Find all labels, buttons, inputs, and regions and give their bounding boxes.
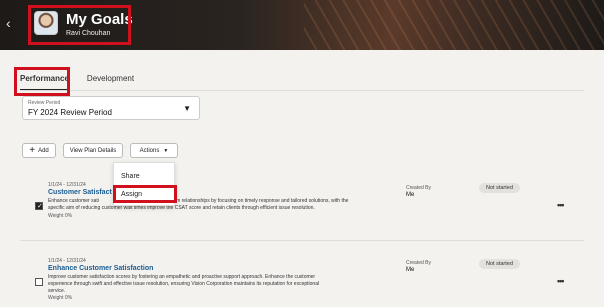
created-by-value: Me bbox=[406, 267, 415, 273]
tab-bar: Performance Development bbox=[20, 74, 134, 91]
goal-title[interactable]: Enhance Customer Satisfaction bbox=[48, 265, 153, 272]
more-options-icon[interactable]: ••• bbox=[557, 200, 565, 210]
goal-description-suffix: term relationships by focusing on timely… bbox=[170, 198, 349, 204]
goal-title[interactable]: Customer Satisfact bbox=[48, 189, 112, 196]
goal-dates: 1/1/24 - 12/31/24 bbox=[48, 182, 86, 188]
caret-down-icon: ▼ bbox=[163, 147, 169, 154]
plus-icon: + bbox=[29, 145, 36, 156]
add-button[interactable]: + Add bbox=[22, 143, 56, 158]
view-plan-details-button[interactable]: View Plan Details bbox=[63, 143, 123, 158]
goal-description-line2: specific aim of reducing customer wait t… bbox=[48, 205, 315, 211]
page-title: My Goals bbox=[66, 11, 133, 28]
created-by-label: Created By bbox=[406, 185, 432, 191]
actions-menu: Share Assign bbox=[113, 162, 175, 206]
goal-dates: 1/1/24 - 12/31/24 bbox=[48, 258, 86, 264]
tab-divider bbox=[20, 90, 584, 91]
status-badge: Not started bbox=[479, 183, 520, 193]
tab-development[interactable]: Development bbox=[87, 74, 134, 91]
created-by-label: Created By bbox=[406, 260, 432, 266]
row-divider bbox=[20, 240, 584, 241]
goal-description-line3: service. bbox=[48, 288, 66, 294]
goal-row: 1/1/24 - 12/31/24 Enhance Customer Satis… bbox=[20, 258, 584, 303]
user-avatar-icon bbox=[34, 11, 58, 35]
more-options-icon[interactable]: ••• bbox=[557, 276, 565, 286]
header-pattern bbox=[304, 0, 604, 50]
goal-weight: Weight 0% bbox=[48, 295, 73, 301]
goal-row: 1/1/24 - 12/31/24 Customer Satisfact Enh… bbox=[20, 180, 584, 240]
caret-down-icon: ▼ bbox=[183, 104, 191, 113]
add-button-label: Add bbox=[38, 147, 49, 154]
created-by-value: Me bbox=[406, 192, 415, 198]
goal-description-line1: Improve customer satisfaction scores by … bbox=[48, 274, 316, 280]
view-plan-details-label: View Plan Details bbox=[69, 147, 117, 154]
status-badge: Not started bbox=[479, 259, 520, 269]
goal-checkbox[interactable] bbox=[35, 278, 43, 286]
actions-label: Actions bbox=[139, 147, 160, 154]
goal-description-prefix: Enhance customer sati bbox=[48, 198, 99, 204]
menu-item-share[interactable]: Share bbox=[121, 173, 140, 180]
tab-performance[interactable]: Performance bbox=[20, 74, 69, 91]
user-name: Ravi Chouhan bbox=[66, 30, 111, 37]
page-header: ‹ My Goals Ravi Chouhan bbox=[0, 0, 604, 50]
actions-button[interactable]: Actions ▼ bbox=[130, 143, 178, 158]
review-period-label: Review Period bbox=[28, 100, 61, 106]
goal-description-line2: experience through swift and effective i… bbox=[48, 281, 320, 287]
review-period-value: FY 2024 Review Period bbox=[28, 108, 112, 117]
goal-description-line1: Enhance customer sati term relationships… bbox=[48, 198, 383, 205]
back-chevron-icon[interactable]: ‹ bbox=[6, 15, 11, 31]
menu-item-assign[interactable]: Assign bbox=[121, 191, 142, 198]
review-period-select[interactable]: Review Period FY 2024 Review Period ▼ bbox=[22, 96, 200, 120]
goal-checkbox[interactable] bbox=[35, 202, 43, 210]
goal-weight: Weight 0% bbox=[48, 213, 73, 219]
